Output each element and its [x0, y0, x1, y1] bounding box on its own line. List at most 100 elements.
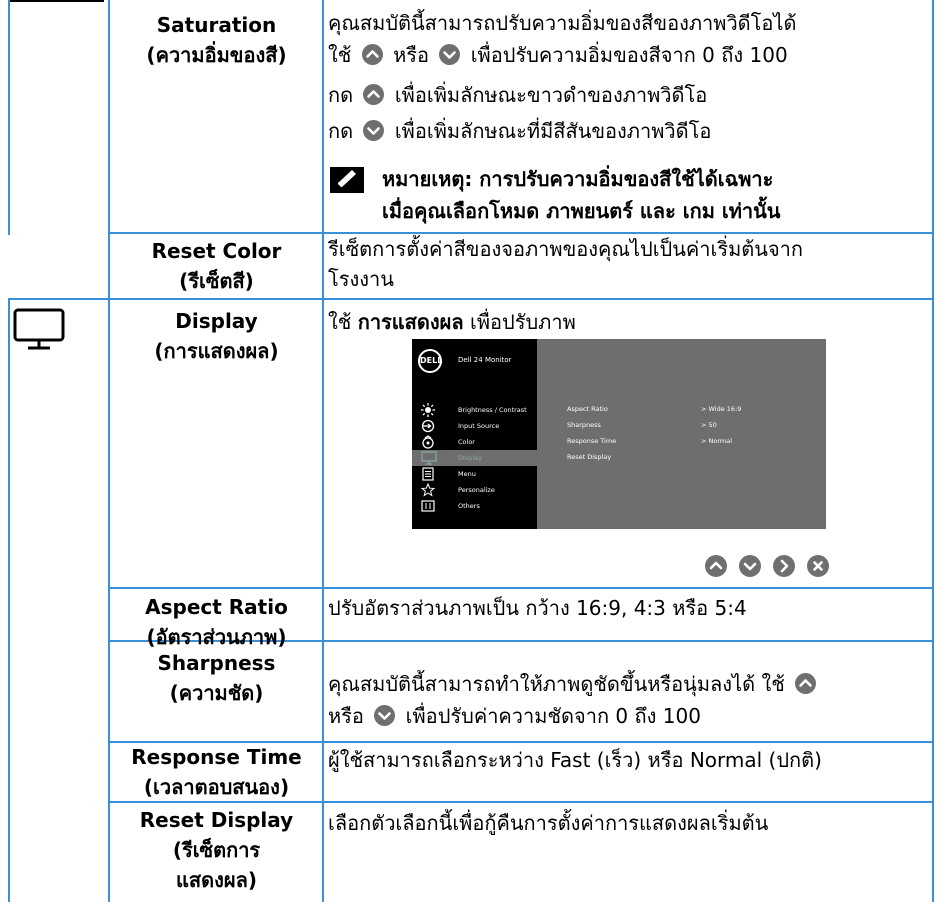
settings-table: Saturation (ความอิ่มของสี) คุณสมบัตินี้ส… [0, 0, 941, 902]
saturation-label: Saturation [156, 13, 277, 37]
desc-text: เพื่อปรับความอิ่มของสีจาก 0 ถึง 100 [470, 43, 788, 67]
down-button-icon [439, 44, 461, 65]
desc-text: กด [328, 119, 354, 143]
desc-text: เพื่อเพิ่มลักษณะที่มีสีสันของภาพวิดีโอ [394, 119, 712, 143]
row-divider [8, 298, 933, 300]
desc-line: รีเซ็ตการตั้งค่าสีของจอภาพของคุณไปเป็นค่… [328, 237, 803, 261]
desc-line: หรือ เพื่อปรับค่าความชัดจาก 0 ถึง 100 [328, 700, 933, 732]
down-button-icon [374, 705, 396, 726]
osd-menu-label: Menu [458, 470, 476, 478]
row-divider [109, 587, 933, 589]
sharpness-description: คุณสมบัตินี้สามารถทำให้ภาพดูชัดขึ้นหรือน… [324, 668, 933, 732]
response-time-label-th: (เวลาตอบสนอง) [143, 775, 290, 799]
desc-bold-text: การแสดงผล [357, 310, 464, 334]
osd-setting-value: > Wide 16:9 [701, 405, 742, 413]
osd-setting-value: > 50 [701, 421, 717, 429]
osd-menu-screenshot: DELL Dell 24 Monitor Brightness / Contra… [412, 339, 826, 529]
down-button-icon [739, 555, 761, 577]
saturation-desc-line: คุณสมบัตินี้สามารถปรับความอิ่มของสีของภา… [328, 11, 797, 35]
osd-menu-item: Brightness / Contrast [412, 402, 537, 418]
reset-color-description: รีเซ็ตการตั้งค่าสีของจอภาพของคุณไปเป็นค่… [324, 234, 933, 294]
reset-display-name: Reset Display (รีเซ็ตการ แสดงผล) [109, 805, 324, 895]
saturation-desc-line: กด เพื่อเพิ่มลักษณะที่มีสีสันของภาพวิดีโ… [328, 115, 933, 147]
osd-menu-label: Color [458, 438, 475, 446]
dell-logo: DELL [418, 349, 442, 373]
osd-setting-label: Response Time [567, 437, 617, 445]
osd-menu-item: Others [412, 498, 537, 514]
osd-menu-label: Input Source [458, 422, 500, 430]
osd-menu-item: Color [412, 434, 537, 450]
aspect-ratio-label: Aspect Ratio [145, 595, 288, 619]
osd-menu-label: Display [458, 454, 482, 462]
osd-menu-item: Input Source [412, 418, 537, 434]
osd-setting-label: Reset Display [567, 453, 612, 461]
up-button-icon [361, 44, 383, 65]
table-border-left-lower [8, 299, 10, 902]
desc-line: เลือกตัวเลือกนี้เพื่อกู้คืนการตั้งค่าการ… [328, 811, 769, 835]
desc-text: เพื่อปรับภาพ [469, 310, 576, 334]
reset-color-label: Reset Color [151, 239, 282, 263]
display-icon [421, 451, 437, 465]
up-button-icon [363, 84, 385, 105]
reset-display-label-th: แสดงผล) [176, 868, 257, 892]
color-icon [421, 435, 435, 449]
desc-line: คุณสมบัตินี้สามารถทำให้ภาพดูชัดขึ้นหรือน… [328, 668, 933, 700]
response-time-description: ผู้ใช้สามารถเลือกระหว่าง Fast (เร็ว) หรื… [324, 744, 933, 776]
osd-title: Dell 24 Monitor [458, 356, 512, 364]
saturation-name: Saturation (ความอิ่มของสี) [109, 10, 324, 70]
star-icon [420, 482, 436, 497]
saturation-description: คุณสมบัตินี้สามารถปรับความอิ่มของสีของภา… [324, 7, 933, 147]
note-line: หมายเหตุ: การปรับความอิ่มของสีใช้ได้เฉพา… [382, 167, 774, 191]
display-label: Display [175, 309, 258, 333]
desc-text: คุณสมบัตินี้สามารถทำให้ภาพดูชัดขึ้นหรือน… [328, 672, 785, 696]
response-time-label: Response Time [131, 745, 302, 769]
osd-menu-item: Personalize [412, 482, 537, 498]
osd-setting-value: > Normal [701, 437, 733, 445]
sharpness-label: Sharpness [157, 651, 276, 675]
display-description: ใช้ การแสดงผล เพื่อปรับภาพ [324, 306, 933, 338]
osd-settings-panel [537, 339, 826, 529]
desc-text: หรือ [328, 704, 364, 728]
others-icon [421, 499, 435, 513]
desc-text: ใช้ [328, 310, 352, 334]
note-line: เมื่อคุณเลือกโหมด ภาพยนตร์ และ เกม เท่าน… [382, 199, 781, 223]
osd-menu-item: Menu [412, 466, 537, 482]
down-button-icon [363, 120, 385, 141]
desc-text: หรือ [393, 43, 429, 67]
osd-menu-item-selected: Display [412, 450, 537, 466]
desc-text: เพื่อปรับค่าความชัดจาก 0 ถึง 100 [405, 704, 701, 728]
osd-nav-buttons [705, 555, 835, 579]
saturation-desc-line: ใช้ หรือ เพื่อปรับความอิ่มของสีจาก 0 ถึง… [328, 39, 933, 71]
reset-display-label-th: (รีเซ็ตการ [172, 838, 261, 862]
reset-color-name: Reset Color (รีเซ็ตสี) [109, 236, 324, 296]
desc-line: โรงงาน [328, 267, 394, 291]
up-button-icon [795, 673, 817, 694]
note-text: หมายเหตุ: การปรับความอิ่มของสีใช้ได้เฉพา… [382, 163, 780, 227]
sharpness-name: Sharpness (ความชัด) [109, 648, 324, 708]
display-label-th: (การแสดงผล) [154, 339, 279, 363]
sharpness-label-th: (ความชัด) [169, 681, 264, 705]
reset-color-label-th: (รีเซ็ตสี) [179, 269, 254, 293]
aspect-ratio-name: Aspect Ratio (อัตราส่วนภาพ) [109, 592, 324, 652]
close-button-icon [807, 555, 829, 577]
input-source-icon [421, 419, 435, 433]
display-monitor-icon [12, 307, 66, 355]
osd-menu-label: Others [458, 502, 480, 510]
osd-menu-label: Brightness / Contrast [458, 406, 527, 414]
desc-text: ใช้ [328, 43, 352, 67]
note-pencil-icon [330, 167, 364, 202]
saturation-label-th: (ความอิ่มของสี) [146, 43, 287, 67]
up-button-icon [705, 555, 727, 577]
desc-line: ผู้ใช้สามารถเลือกระหว่าง Fast (เร็ว) หรื… [328, 748, 822, 772]
osd-setting-label: Sharpness [567, 421, 601, 429]
response-time-name: Response Time (เวลาตอบสนอง) [109, 742, 324, 802]
reset-display-label: Reset Display [139, 808, 294, 832]
desc-text: กด [328, 83, 354, 107]
osd-menu-label: Personalize [458, 486, 495, 494]
table-border-left [8, 0, 10, 235]
reset-display-description: เลือกตัวเลือกนี้เพื่อกู้คืนการตั้งค่าการ… [324, 807, 933, 839]
right-button-icon [773, 555, 795, 577]
brightness-icon [421, 403, 435, 417]
menu-icon [421, 467, 435, 481]
desc-line: ปรับอัตราส่วนภาพเป็น กว้าง 16:9, 4:3 หรื… [328, 596, 747, 620]
